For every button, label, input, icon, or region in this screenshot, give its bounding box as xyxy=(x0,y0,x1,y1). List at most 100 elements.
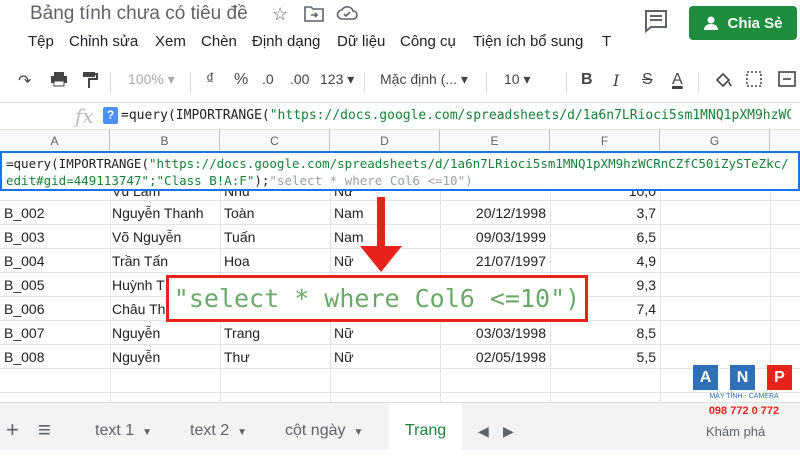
formula-edit-popup[interactable]: =query(IMPORTRANGE("https://docs.google.… xyxy=(0,151,800,191)
cell-c2[interactable]: Toàn xyxy=(224,205,254,221)
sheet-tab[interactable]: text 2 ▼ xyxy=(190,403,247,451)
menu-file[interactable]: Tệp xyxy=(28,33,54,50)
cell-e8[interactable]: 02/05/1998 xyxy=(446,349,546,365)
cell-f2[interactable]: 3,7 xyxy=(556,205,656,221)
zoom-select[interactable]: 100% ▾ xyxy=(128,71,175,88)
text-color-button[interactable]: A xyxy=(672,71,683,89)
cell-b6[interactable]: Châu Th xyxy=(112,301,165,317)
scroll-right-icon[interactable]: ▶ xyxy=(503,403,514,451)
annotation-arrow-head xyxy=(360,246,402,272)
font-size-select[interactable]: 10 ▾ xyxy=(504,71,531,88)
paint-format-icon[interactable] xyxy=(82,71,98,94)
all-sheets-button[interactable]: ≡ xyxy=(38,403,51,451)
cell-b8[interactable]: Nguyễn xyxy=(112,349,160,365)
cell-f4[interactable]: 4,9 xyxy=(556,253,656,269)
logo-subtitle: MÁY TÍNH - CAMERA xyxy=(709,393,779,400)
popup-range: edit#gid=449113747";"Class B!A:F" xyxy=(6,173,255,188)
logo-letter: P xyxy=(767,365,792,390)
print-icon[interactable] xyxy=(50,71,68,92)
explore-button[interactable]: Khám phá xyxy=(706,424,765,439)
cell-e7[interactable]: 03/03/1998 xyxy=(446,325,546,341)
cell-c3[interactable]: Tuấn xyxy=(224,229,255,245)
italic-button[interactable]: I xyxy=(613,71,619,90)
cell-b3[interactable]: Võ Nguyễn xyxy=(112,229,181,245)
cell-d8[interactable]: Nữ xyxy=(334,349,353,365)
cell-a3[interactable]: B_003 xyxy=(4,229,44,245)
borders-icon[interactable] xyxy=(746,71,762,92)
column-header-b[interactable]: B xyxy=(110,130,220,152)
cell-f8[interactable]: 5,5 xyxy=(556,349,656,365)
menu-help[interactable]: T xyxy=(602,33,611,50)
annotation-arrow xyxy=(377,197,385,251)
sheet-tab-active[interactable]: Trang xyxy=(389,403,463,451)
cell-a6[interactable]: B_006 xyxy=(4,301,44,317)
cell-b4[interactable]: Trần Tấn xyxy=(112,253,168,269)
fill-color-icon[interactable] xyxy=(714,71,732,94)
bold-button[interactable]: B xyxy=(581,71,593,89)
column-header-a[interactable]: A xyxy=(0,130,110,152)
cell-c4[interactable]: Hoa xyxy=(224,253,250,269)
menu-edit[interactable]: Chỉnh sửa xyxy=(69,33,138,50)
menu-format[interactable]: Định dạng xyxy=(252,33,320,50)
move-folder-icon[interactable] xyxy=(304,4,324,27)
column-header-g[interactable]: G xyxy=(660,130,770,152)
add-sheet-button[interactable]: + xyxy=(6,403,19,451)
logo-letter: N xyxy=(730,365,755,390)
cell-a8[interactable]: B_008 xyxy=(4,349,44,365)
cell-e3[interactable]: 09/03/1999 xyxy=(446,229,546,245)
cloud-saved-icon[interactable] xyxy=(336,4,358,27)
cell-d7[interactable]: Nữ xyxy=(334,325,353,341)
scroll-left-icon[interactable]: ◀ xyxy=(478,403,489,451)
cell-a4[interactable]: B_004 xyxy=(4,253,44,269)
sheet-tab[interactable]: cột ngày ▼ xyxy=(285,403,363,451)
cell-c7[interactable]: Trang xyxy=(224,325,260,341)
cell-d3[interactable]: Nam xyxy=(334,229,364,245)
menu-data[interactable]: Dữ liệu xyxy=(337,33,385,50)
share-label: Chia Sẻ xyxy=(727,14,783,32)
strikethrough-button[interactable]: S xyxy=(642,71,653,89)
redo-icon[interactable]: ↷ xyxy=(18,71,31,91)
increase-decimal-button[interactable]: .00 xyxy=(290,71,309,87)
menu-tools[interactable]: Công cụ xyxy=(400,33,456,50)
popup-query-hint: "select * where Col6 <=10") xyxy=(269,173,473,188)
cell-d2[interactable]: Nam xyxy=(334,205,364,221)
cell-f3[interactable]: 6,5 xyxy=(556,229,656,245)
font-select[interactable]: Mặc định (... ▾ xyxy=(380,71,468,88)
cell-c8[interactable]: Thư xyxy=(224,349,250,365)
column-header-e[interactable]: E xyxy=(440,130,550,152)
cell-e2[interactable]: 20/12/1998 xyxy=(446,205,546,221)
column-header-f[interactable]: F xyxy=(550,130,660,152)
more-formats-button[interactable]: 123 ▾ xyxy=(320,71,354,88)
currency-format-button[interactable]: ₫ xyxy=(206,71,214,89)
logo-letter: A xyxy=(693,365,718,390)
popup-func: =query(IMPORTRANGE( xyxy=(6,156,149,171)
formula-help-icon[interactable]: ? xyxy=(103,107,118,124)
formula-input[interactable]: =query(IMPORTRANGE("https://docs.google.… xyxy=(121,108,791,123)
sheet-tab[interactable]: text 1 ▼ xyxy=(95,403,152,451)
cell-a2[interactable]: B_002 xyxy=(4,205,44,221)
menu-view[interactable]: Xem xyxy=(155,33,186,50)
cell-b2[interactable]: Nguyễn Thanh xyxy=(112,205,204,221)
column-header-c[interactable]: C xyxy=(220,130,330,152)
cell-e4[interactable]: 21/07/1997 xyxy=(446,253,546,269)
share-button[interactable]: Chia Sẻ xyxy=(689,6,797,40)
cell-d4[interactable]: Nữ xyxy=(334,253,353,269)
cell-a5[interactable]: B_005 xyxy=(4,277,44,293)
menu-insert[interactable]: Chèn xyxy=(201,33,237,50)
merge-cells-icon[interactable] xyxy=(778,71,796,92)
column-headers: A B C D E F G xyxy=(0,130,800,152)
cell-b5[interactable]: Huỳnh T xyxy=(112,277,165,293)
cell-f7[interactable]: 8,5 xyxy=(556,325,656,341)
fx-icon: fx xyxy=(75,104,94,128)
star-icon[interactable]: ☆ xyxy=(272,4,288,25)
query-callout: "select * where Col6 <=10") xyxy=(166,275,588,322)
menu-addons[interactable]: Tiện ích bổ sung xyxy=(473,33,583,50)
document-title[interactable]: Bảng tính chưa có tiêu đề xyxy=(30,3,248,25)
column-header-d[interactable]: D xyxy=(330,130,440,152)
decrease-decimal-button[interactable]: .0 xyxy=(262,71,274,87)
cell-a7[interactable]: B_007 xyxy=(4,325,44,341)
comments-icon[interactable] xyxy=(643,8,669,34)
cell-b7[interactable]: Nguyễn xyxy=(112,325,160,341)
formula-bar: fx ? =query(IMPORTRANGE("https://docs.go… xyxy=(0,102,800,130)
percent-format-button[interactable]: % xyxy=(234,71,248,89)
